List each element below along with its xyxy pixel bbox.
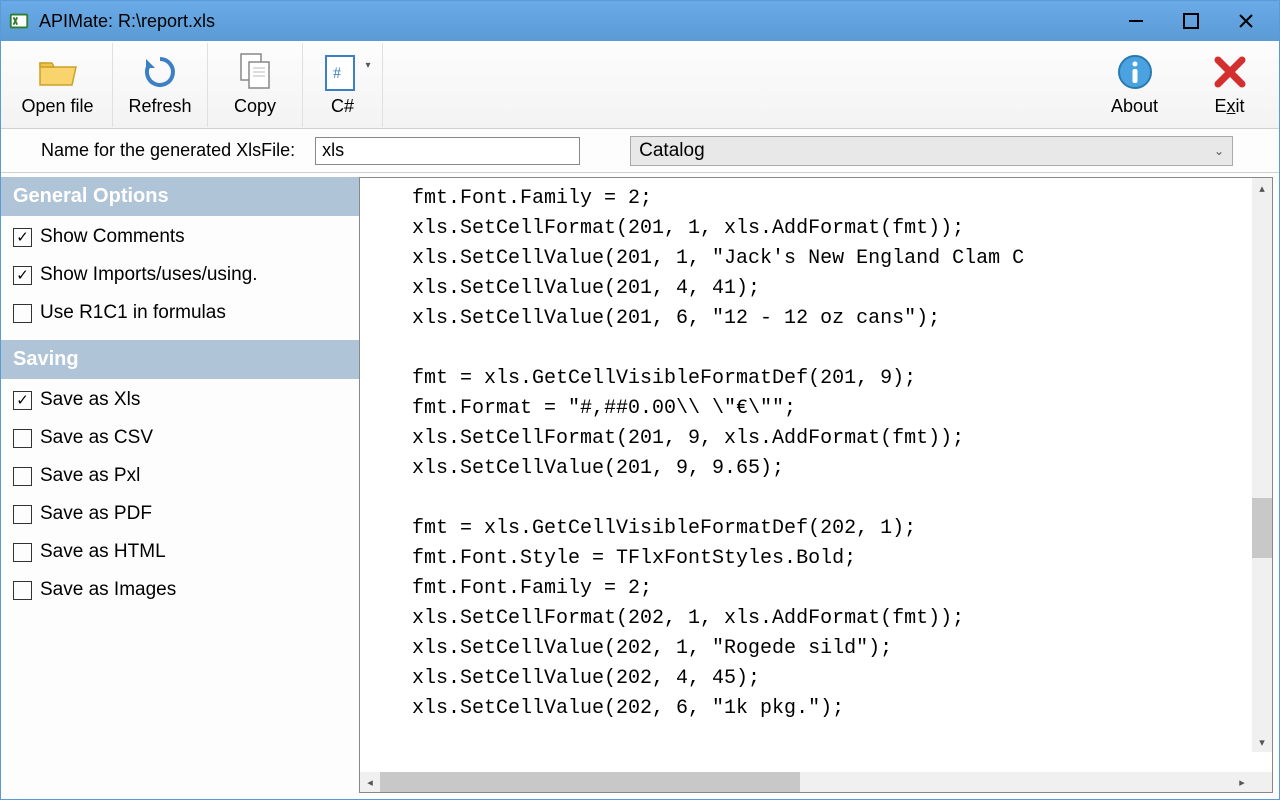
checkbox-option[interactable]: Save as CSV bbox=[13, 427, 347, 449]
copy-label: Copy bbox=[234, 96, 276, 117]
checkbox-label: Save as Pxl bbox=[40, 465, 140, 487]
code-text: fmt.Font.Family = 2; xls.SetCellFormat(2… bbox=[360, 178, 1272, 730]
checkbox-label: Save as Images bbox=[40, 579, 176, 601]
window-controls bbox=[1108, 5, 1273, 37]
checkbox-icon bbox=[13, 467, 32, 486]
checkbox-label: Show Comments bbox=[40, 226, 185, 248]
checkbox-option[interactable]: Save as Images bbox=[13, 579, 347, 601]
checkbox-icon bbox=[13, 304, 32, 323]
checkbox-option[interactable]: ✓ Save as Xls bbox=[13, 389, 347, 411]
svg-text:#: # bbox=[333, 65, 341, 82]
general-options-header: General Options bbox=[1, 177, 359, 216]
xlsfile-name-input[interactable] bbox=[315, 137, 580, 165]
xlsfile-name-label: Name for the generated XlsFile: bbox=[11, 140, 295, 161]
checkbox-icon: ✓ bbox=[13, 266, 32, 285]
info-icon bbox=[1115, 52, 1155, 92]
horizontal-scrollbar[interactable]: ◂ ▸ bbox=[360, 772, 1272, 792]
csharp-icon: # ▾ bbox=[323, 52, 363, 92]
chevron-down-icon: ⌄ bbox=[1214, 144, 1224, 158]
refresh-icon bbox=[140, 52, 180, 92]
open-file-label: Open file bbox=[21, 96, 93, 117]
maximize-button[interactable] bbox=[1163, 5, 1218, 37]
checkbox-label: Save as CSV bbox=[40, 427, 153, 449]
checkbox-label: Save as PDF bbox=[40, 503, 152, 525]
checkbox-option[interactable]: Use R1C1 in formulas bbox=[13, 302, 347, 324]
checkbox-label: Use R1C1 in formulas bbox=[40, 302, 226, 324]
checkbox-option[interactable]: ✓ Show Imports/uses/using. bbox=[13, 264, 347, 286]
checkbox-icon: ✓ bbox=[13, 391, 32, 410]
folder-open-icon bbox=[38, 52, 78, 92]
about-label: About bbox=[1111, 96, 1158, 117]
exit-button[interactable]: Exit bbox=[1182, 43, 1277, 127]
checkbox-option[interactable]: Save as PDF bbox=[13, 503, 347, 525]
app-icon bbox=[7, 9, 31, 33]
refresh-button[interactable]: Refresh bbox=[113, 43, 208, 127]
close-icon bbox=[1210, 52, 1250, 92]
checkbox-icon: ✓ bbox=[13, 228, 32, 247]
catalog-dropdown[interactable]: Catalog ⌄ bbox=[630, 136, 1233, 166]
saving-header: Saving bbox=[1, 340, 359, 379]
scroll-right-icon[interactable]: ▸ bbox=[1232, 772, 1252, 792]
horizontal-scroll-thumb[interactable] bbox=[380, 772, 800, 792]
checkbox-option[interactable]: Save as HTML bbox=[13, 541, 347, 563]
checkbox-icon bbox=[13, 429, 32, 448]
checkbox-option[interactable]: ✓ Show Comments bbox=[13, 226, 347, 248]
code-area[interactable]: fmt.Font.Family = 2; xls.SetCellFormat(2… bbox=[360, 178, 1272, 772]
catalog-selected-label: Catalog bbox=[639, 140, 705, 162]
general-options-body: ✓ Show Comments ✓ Show Imports/uses/using. U… bbox=[1, 216, 359, 340]
app-window: APIMate: R:\report.xls Open file Refresh bbox=[0, 0, 1280, 800]
scroll-corner bbox=[1252, 772, 1272, 792]
code-panel: fmt.Font.Family = 2; xls.SetCellFormat(2… bbox=[359, 177, 1273, 793]
copy-button[interactable]: Copy bbox=[208, 43, 303, 127]
checkbox-icon bbox=[13, 505, 32, 524]
checkbox-icon bbox=[13, 581, 32, 600]
checkbox-option[interactable]: Save as Pxl bbox=[13, 465, 347, 487]
checkbox-label: Save as HTML bbox=[40, 541, 166, 563]
checkbox-label: Save as Xls bbox=[40, 389, 140, 411]
sidebar: General Options ✓ Show Comments ✓ Show Impo… bbox=[1, 173, 359, 799]
scroll-left-icon[interactable]: ◂ bbox=[360, 772, 380, 792]
main-area: General Options ✓ Show Comments ✓ Show Impo… bbox=[1, 173, 1279, 799]
language-label: C# bbox=[331, 96, 354, 117]
saving-body: ✓ Save as Xls Save as CSV Save as Pxl Save a… bbox=[1, 379, 359, 617]
vertical-scrollbar[interactable]: ▴ ▾ bbox=[1252, 178, 1272, 752]
checkbox-icon bbox=[13, 543, 32, 562]
close-button[interactable] bbox=[1218, 5, 1273, 37]
about-button[interactable]: About bbox=[1087, 43, 1182, 127]
copy-icon bbox=[235, 52, 275, 92]
scroll-up-icon[interactable]: ▴ bbox=[1252, 178, 1272, 198]
language-button[interactable]: # ▾ C# bbox=[303, 43, 383, 127]
open-file-button[interactable]: Open file bbox=[3, 43, 113, 127]
titlebar: APIMate: R:\report.xls bbox=[1, 1, 1279, 41]
refresh-label: Refresh bbox=[128, 96, 191, 117]
toolbar: Open file Refresh Copy # ▾ C# bbox=[1, 41, 1279, 129]
window-title: APIMate: R:\report.xls bbox=[39, 11, 1108, 32]
vertical-scroll-thumb[interactable] bbox=[1252, 498, 1272, 558]
name-row: Name for the generated XlsFile: Catalog … bbox=[1, 129, 1279, 173]
exit-label: Exit bbox=[1214, 96, 1244, 117]
minimize-button[interactable] bbox=[1108, 5, 1163, 37]
checkbox-label: Show Imports/uses/using. bbox=[40, 264, 258, 286]
scroll-down-icon[interactable]: ▾ bbox=[1252, 732, 1272, 752]
